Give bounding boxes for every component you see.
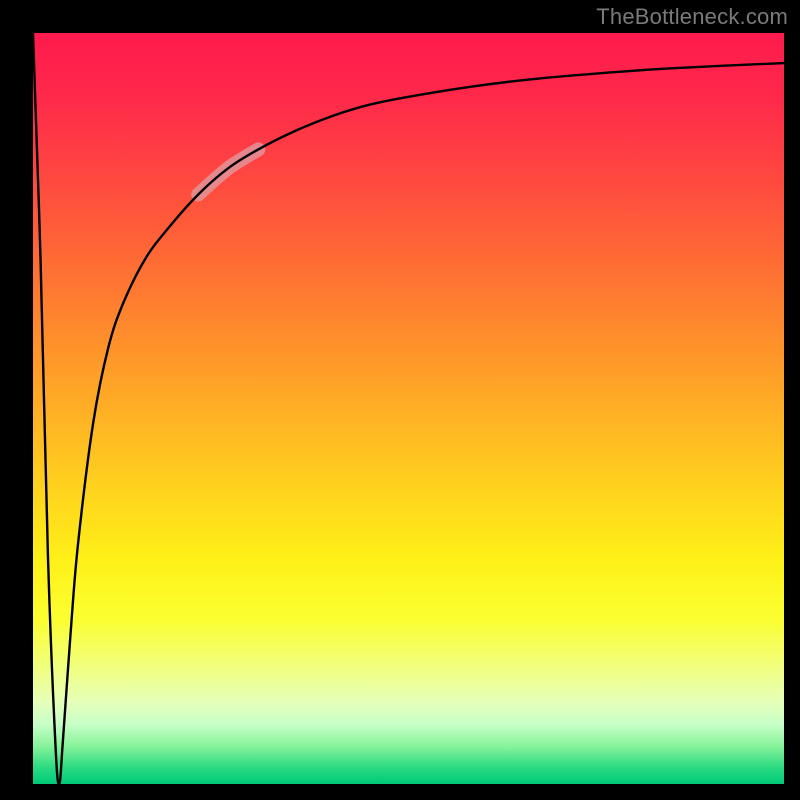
watermark-text: TheBottleneck.com <box>596 4 788 30</box>
curve-layer <box>33 33 784 784</box>
chart-frame: TheBottleneck.com <box>0 0 800 800</box>
highlight-segment <box>198 149 258 194</box>
bottleneck-curve <box>33 33 784 784</box>
plot-area <box>33 33 784 784</box>
